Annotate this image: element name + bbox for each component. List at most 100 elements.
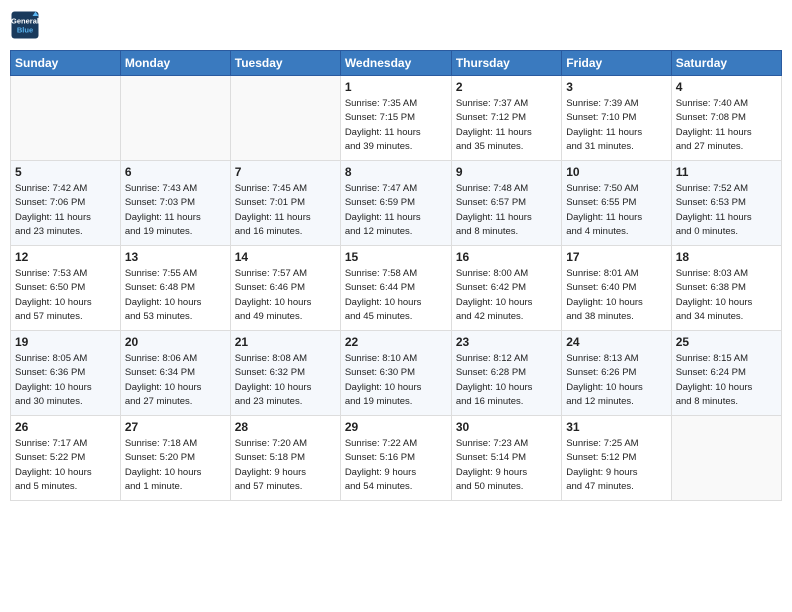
calendar-cell: 2 Sunrise: 7:37 AM Sunset: 7:12 PM Daylig… xyxy=(451,76,561,161)
day-info: Sunrise: 8:03 AM Sunset: 6:38 PM Dayligh… xyxy=(676,267,777,324)
calendar-cell: 6 Sunrise: 7:43 AM Sunset: 7:03 PM Daylig… xyxy=(120,161,230,246)
week-row-4: 19 Sunrise: 8:05 AM Sunset: 6:36 PM Dayli… xyxy=(11,331,782,416)
day-info: Sunrise: 7:53 AM Sunset: 6:50 PM Dayligh… xyxy=(15,267,116,324)
calendar-cell: 16 Sunrise: 8:00 AM Sunset: 6:42 PM Dayli… xyxy=(451,246,561,331)
day-number: 13 xyxy=(125,250,226,264)
day-number: 5 xyxy=(15,165,116,179)
calendar-cell: 3 Sunrise: 7:39 AM Sunset: 7:10 PM Daylig… xyxy=(562,76,671,161)
calendar-cell: 24Sunrise: 8:13 AM Sunset: 6:26 PM Dayli… xyxy=(562,331,671,416)
calendar-cell: 29 Sunrise: 7:22 AM Sunset: 5:16 PM Dayli… xyxy=(340,416,451,501)
calendar-cell: 31Sunrise: 7:25 AM Sunset: 5:12 PM Dayli… xyxy=(562,416,671,501)
day-info: Sunrise: 7:35 AM Sunset: 7:15 PM Dayligh… xyxy=(345,97,447,154)
day-info: Sunrise: 8:00 AM Sunset: 6:42 PM Dayligh… xyxy=(456,267,557,324)
weekday-header-sunday: Sunday xyxy=(11,51,121,76)
day-number: 15 xyxy=(345,250,447,264)
day-info: Sunrise: 7:42 AM Sunset: 7:06 PM Dayligh… xyxy=(15,182,116,239)
calendar-cell: 26 Sunrise: 7:17 AM Sunset: 5:22 PM Dayli… xyxy=(11,416,121,501)
calendar-cell: 20Sunrise: 8:06 AM Sunset: 6:34 PM Dayli… xyxy=(120,331,230,416)
day-number: 11 xyxy=(676,165,777,179)
page-header: General Blue xyxy=(10,10,782,40)
calendar-cell: 10 Sunrise: 7:50 AM Sunset: 6:55 PM Dayli… xyxy=(562,161,671,246)
day-info: Sunrise: 7:17 AM Sunset: 5:22 PM Dayligh… xyxy=(15,437,116,494)
day-number: 3 xyxy=(566,80,666,94)
day-info: Sunrise: 8:10 AM Sunset: 6:30 PM Dayligh… xyxy=(345,352,447,409)
calendar-cell xyxy=(120,76,230,161)
calendar-cell xyxy=(230,76,340,161)
day-info: Sunrise: 7:45 AM Sunset: 7:01 PM Dayligh… xyxy=(235,182,336,239)
weekday-header-tuesday: Tuesday xyxy=(230,51,340,76)
calendar-cell: 5 Sunrise: 7:42 AM Sunset: 7:06 PM Daylig… xyxy=(11,161,121,246)
calendar-body: 1 Sunrise: 7:35 AM Sunset: 7:15 PM Daylig… xyxy=(11,76,782,501)
day-number: 23 xyxy=(456,335,557,349)
calendar-cell: 28 Sunrise: 7:20 AM Sunset: 5:18 PM Dayli… xyxy=(230,416,340,501)
svg-text:Blue: Blue xyxy=(17,26,33,35)
calendar-cell xyxy=(671,416,781,501)
day-info: Sunrise: 7:22 AM Sunset: 5:16 PM Dayligh… xyxy=(345,437,447,494)
day-number: 29 xyxy=(345,420,447,434)
calendar-cell: 8Sunrise: 7:47 AM Sunset: 6:59 PM Daylig… xyxy=(340,161,451,246)
calendar-cell: 30 Sunrise: 7:23 AM Sunset: 5:14 PM Dayli… xyxy=(451,416,561,501)
day-number: 30 xyxy=(456,420,557,434)
day-info: Sunrise: 7:37 AM Sunset: 7:12 PM Dayligh… xyxy=(456,97,557,154)
day-info: Sunrise: 7:23 AM Sunset: 5:14 PM Dayligh… xyxy=(456,437,557,494)
day-info: Sunrise: 8:15 AM Sunset: 6:24 PM Dayligh… xyxy=(676,352,777,409)
day-number: 10 xyxy=(566,165,666,179)
calendar-cell: 14Sunrise: 7:57 AM Sunset: 6:46 PM Dayli… xyxy=(230,246,340,331)
day-number: 31 xyxy=(566,420,666,434)
day-info: Sunrise: 7:20 AM Sunset: 5:18 PM Dayligh… xyxy=(235,437,336,494)
calendar-cell: 17Sunrise: 8:01 AM Sunset: 6:40 PM Dayli… xyxy=(562,246,671,331)
week-row-5: 26 Sunrise: 7:17 AM Sunset: 5:22 PM Dayli… xyxy=(11,416,782,501)
week-row-2: 5 Sunrise: 7:42 AM Sunset: 7:06 PM Daylig… xyxy=(11,161,782,246)
day-number: 25 xyxy=(676,335,777,349)
week-row-3: 12 Sunrise: 7:53 AM Sunset: 6:50 PM Dayli… xyxy=(11,246,782,331)
calendar-cell: 22Sunrise: 8:10 AM Sunset: 6:30 PM Dayli… xyxy=(340,331,451,416)
day-info: Sunrise: 7:52 AM Sunset: 6:53 PM Dayligh… xyxy=(676,182,777,239)
calendar-table: SundayMondayTuesdayWednesdayThursdayFrid… xyxy=(10,50,782,501)
day-number: 2 xyxy=(456,80,557,94)
calendar-cell: 19 Sunrise: 8:05 AM Sunset: 6:36 PM Dayli… xyxy=(11,331,121,416)
svg-text:General: General xyxy=(11,17,39,26)
day-number: 16 xyxy=(456,250,557,264)
day-info: Sunrise: 8:12 AM Sunset: 6:28 PM Dayligh… xyxy=(456,352,557,409)
day-number: 27 xyxy=(125,420,226,434)
day-number: 18 xyxy=(676,250,777,264)
weekday-header-thursday: Thursday xyxy=(451,51,561,76)
day-number: 4 xyxy=(676,80,777,94)
day-info: Sunrise: 7:40 AM Sunset: 7:08 PM Dayligh… xyxy=(676,97,777,154)
day-info: Sunrise: 7:39 AM Sunset: 7:10 PM Dayligh… xyxy=(566,97,666,154)
weekday-header-friday: Friday xyxy=(562,51,671,76)
logo: General Blue xyxy=(10,10,40,40)
calendar-cell: 23 Sunrise: 8:12 AM Sunset: 6:28 PM Dayli… xyxy=(451,331,561,416)
calendar-cell: 9Sunrise: 7:48 AM Sunset: 6:57 PM Daylig… xyxy=(451,161,561,246)
day-info: Sunrise: 7:48 AM Sunset: 6:57 PM Dayligh… xyxy=(456,182,557,239)
day-number: 21 xyxy=(235,335,336,349)
calendar-cell: 18 Sunrise: 8:03 AM Sunset: 6:38 PM Dayli… xyxy=(671,246,781,331)
day-info: Sunrise: 7:55 AM Sunset: 6:48 PM Dayligh… xyxy=(125,267,226,324)
calendar-cell: 25 Sunrise: 8:15 AM Sunset: 6:24 PM Dayli… xyxy=(671,331,781,416)
day-number: 28 xyxy=(235,420,336,434)
day-number: 24 xyxy=(566,335,666,349)
weekday-header-wednesday: Wednesday xyxy=(340,51,451,76)
day-number: 12 xyxy=(15,250,116,264)
calendar-cell xyxy=(11,76,121,161)
day-info: Sunrise: 8:05 AM Sunset: 6:36 PM Dayligh… xyxy=(15,352,116,409)
calendar-cell: 12 Sunrise: 7:53 AM Sunset: 6:50 PM Dayli… xyxy=(11,246,121,331)
day-info: Sunrise: 7:43 AM Sunset: 7:03 PM Dayligh… xyxy=(125,182,226,239)
weekday-header-monday: Monday xyxy=(120,51,230,76)
day-info: Sunrise: 8:06 AM Sunset: 6:34 PM Dayligh… xyxy=(125,352,226,409)
calendar-cell: 7 Sunrise: 7:45 AM Sunset: 7:01 PM Daylig… xyxy=(230,161,340,246)
day-number: 1 xyxy=(345,80,447,94)
calendar-cell: 15 Sunrise: 7:58 AM Sunset: 6:44 PM Dayli… xyxy=(340,246,451,331)
day-number: 7 xyxy=(235,165,336,179)
day-info: Sunrise: 7:47 AM Sunset: 6:59 PM Dayligh… xyxy=(345,182,447,239)
logo-icon: General Blue xyxy=(10,10,40,40)
day-number: 17 xyxy=(566,250,666,264)
day-number: 6 xyxy=(125,165,226,179)
day-number: 26 xyxy=(15,420,116,434)
day-info: Sunrise: 7:18 AM Sunset: 5:20 PM Dayligh… xyxy=(125,437,226,494)
day-number: 19 xyxy=(15,335,116,349)
day-info: Sunrise: 7:58 AM Sunset: 6:44 PM Dayligh… xyxy=(345,267,447,324)
day-info: Sunrise: 7:57 AM Sunset: 6:46 PM Dayligh… xyxy=(235,267,336,324)
calendar-cell: 11 Sunrise: 7:52 AM Sunset: 6:53 PM Dayli… xyxy=(671,161,781,246)
day-info: Sunrise: 7:50 AM Sunset: 6:55 PM Dayligh… xyxy=(566,182,666,239)
